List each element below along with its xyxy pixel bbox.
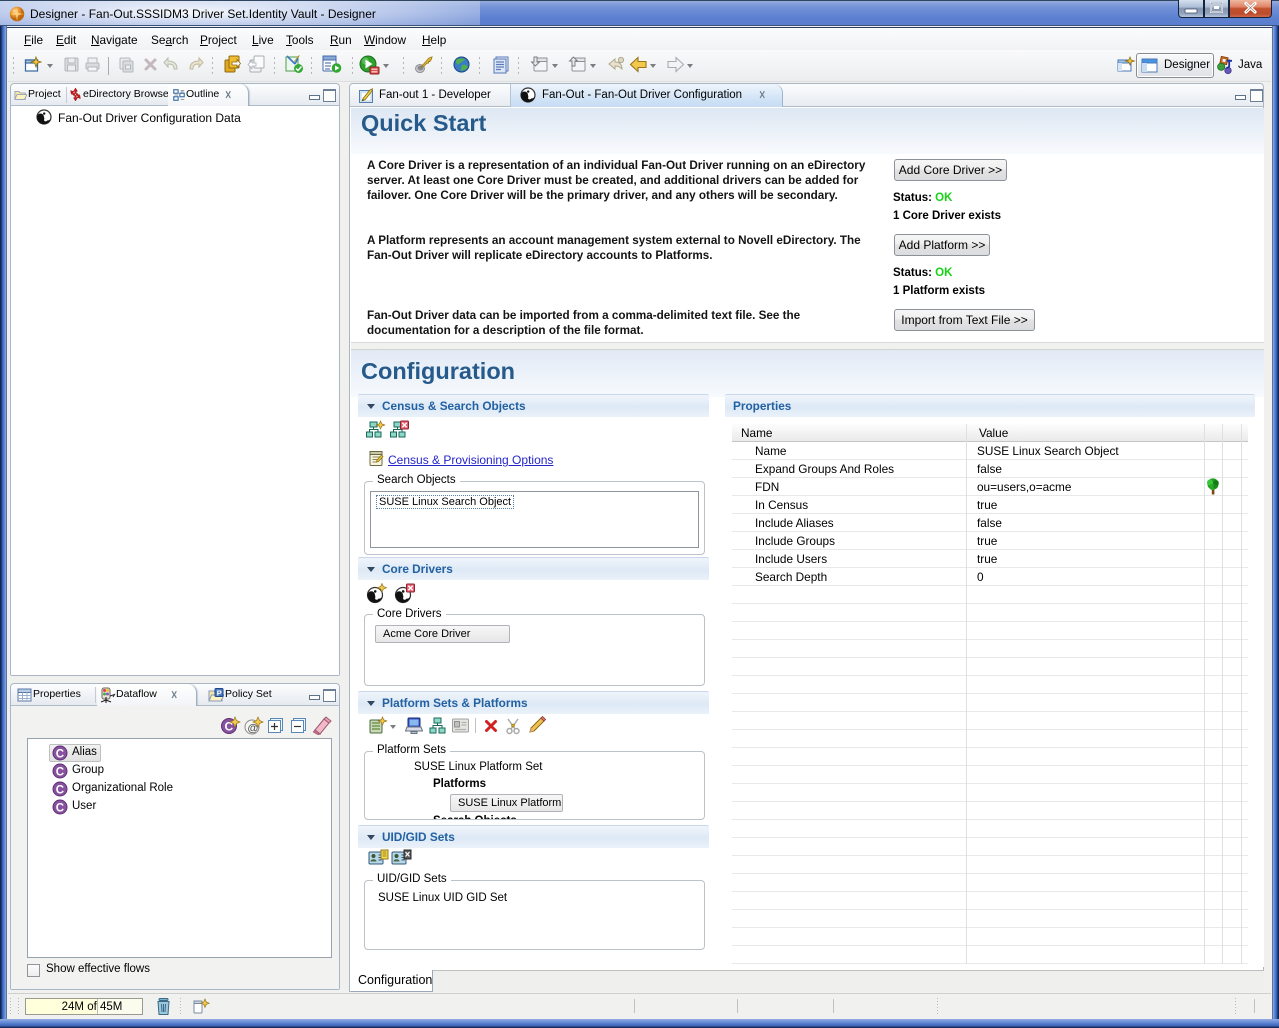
svg-text:C: C	[56, 748, 64, 760]
svg-text:C: C	[56, 802, 64, 814]
svg-text:C: C	[56, 766, 64, 778]
svg-text:P: P	[217, 688, 222, 697]
svg-text:C: C	[56, 784, 64, 796]
